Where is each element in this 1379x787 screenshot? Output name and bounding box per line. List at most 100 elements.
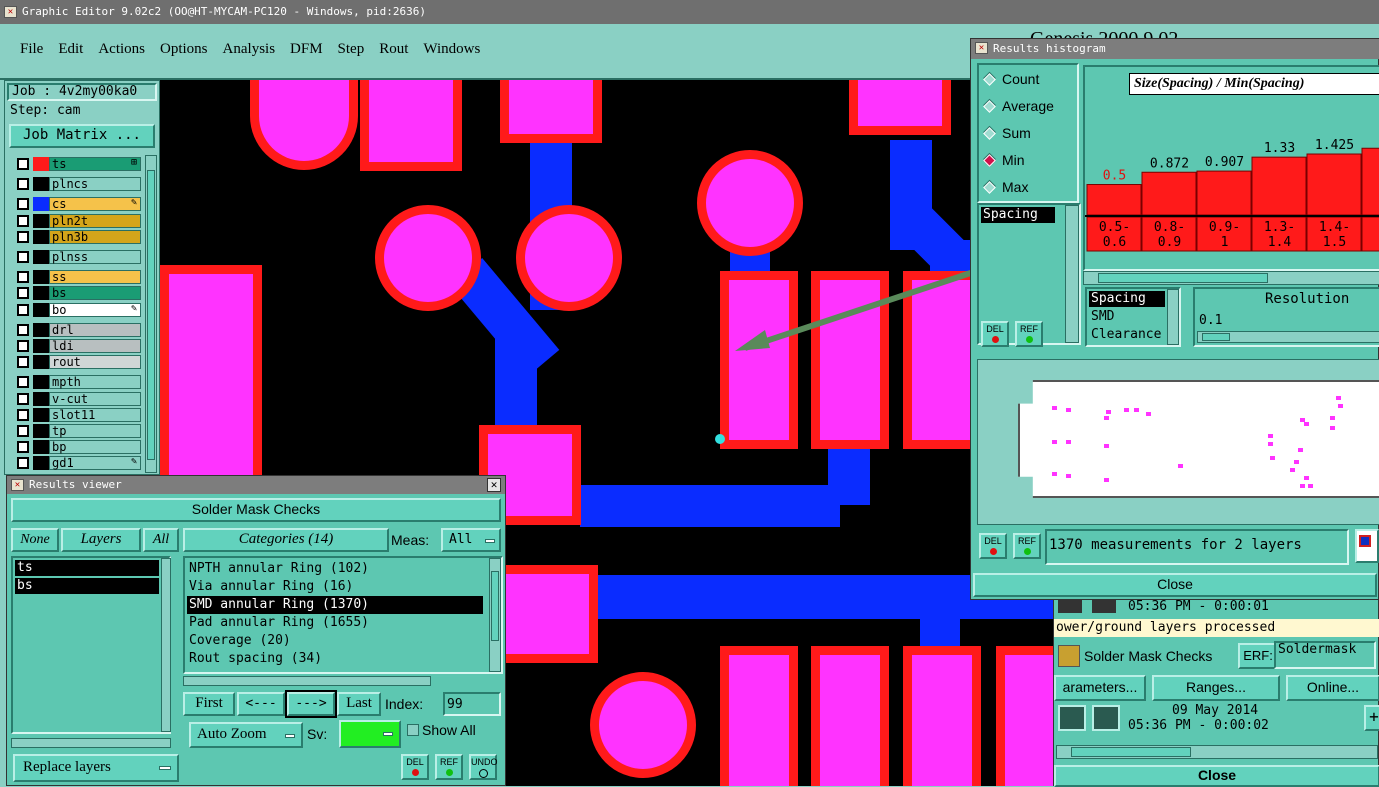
measure-list-scrollbar[interactable]	[1065, 205, 1079, 343]
run-icon[interactable]	[1058, 599, 1082, 613]
layer-checkbox[interactable]	[17, 230, 29, 243]
categories-button[interactable]: Categories (14)	[183, 528, 389, 552]
layer-name[interactable]: bs	[49, 286, 141, 301]
layer-row-v-cut[interactable]: v-cut	[13, 391, 141, 406]
layer-row-ts[interactable]: ts ⊞	[13, 157, 141, 171]
preview-ref-button[interactable]: REF	[1013, 533, 1041, 559]
layer-checkbox[interactable]	[17, 323, 29, 336]
menu-options[interactable]: Options	[160, 41, 208, 57]
category-item[interactable]: NPTH annular Ring (102)	[187, 560, 483, 578]
layer-row-tp[interactable]: tp	[13, 424, 141, 438]
result-layer-bs[interactable]: bs	[15, 578, 159, 594]
layer-checkbox[interactable]	[17, 340, 29, 352]
layer-name[interactable]: mpth	[49, 375, 141, 390]
layer-list-hscroll[interactable]	[11, 738, 171, 748]
category-hscroll[interactable]	[183, 676, 431, 686]
layer-name[interactable]: slot11	[49, 407, 141, 422]
add-icon[interactable]: +	[1364, 705, 1379, 731]
layer-name[interactable]: gd1	[49, 456, 141, 471]
result-layer-ts[interactable]: ts	[15, 560, 159, 576]
layer-row-bs[interactable]: bs	[13, 286, 141, 301]
category-scroll-thumb[interactable]	[491, 571, 499, 641]
chart-hscroll[interactable]	[1083, 271, 1379, 285]
del-button[interactable]: DEL	[401, 754, 429, 780]
histogram-del-button[interactable]: DEL	[981, 321, 1009, 347]
undo-button[interactable]: UNDO	[469, 754, 498, 780]
layer-name[interactable]: rout	[49, 355, 141, 370]
close-icon[interactable]: ✕	[487, 478, 501, 492]
online-button[interactable]: Online...	[1286, 675, 1379, 701]
layer-name[interactable]: ss	[49, 270, 141, 285]
histogram-bar[interactable]	[1141, 171, 1197, 216]
layer-checkbox[interactable]	[17, 392, 29, 405]
analysis-scroll-thumb[interactable]	[1071, 747, 1191, 757]
layer-row-plncs[interactable]: plncs	[13, 177, 141, 192]
first-button[interactable]: First	[183, 692, 235, 716]
next-button[interactable]: --->	[285, 690, 337, 718]
layer-row-drl[interactable]: drl	[13, 322, 141, 337]
prev-button[interactable]: <---	[237, 692, 285, 716]
resolution-slider[interactable]	[1197, 331, 1379, 343]
histogram-bar[interactable]	[1196, 170, 1252, 216]
layer-list-scrollbar[interactable]	[161, 558, 171, 732]
layer-name[interactable]: plncs	[49, 177, 141, 192]
layer-row-bo[interactable]: bo ✎	[13, 302, 141, 317]
report-icon[interactable]	[1355, 529, 1379, 563]
layer-row-ss[interactable]: ss	[13, 270, 141, 285]
category-cell[interactable]	[1361, 216, 1379, 252]
mode-radio-count[interactable]: Count	[983, 69, 1054, 96]
histogram-close-button[interactable]: Close	[973, 573, 1377, 597]
layer-name[interactable]: drl	[49, 322, 141, 337]
menu-dfm[interactable]: DFM	[290, 41, 323, 57]
layer-row-gd1[interactable]: gd1 ✎	[13, 456, 141, 471]
layer-checkbox[interactable]	[17, 376, 29, 389]
layer-name[interactable]: cs	[49, 197, 141, 212]
layer-checkbox[interactable]	[17, 158, 29, 170]
show-all-checkbox[interactable]	[407, 724, 419, 736]
measure-item-spacing[interactable]: Spacing	[981, 207, 1055, 223]
all-button[interactable]: All	[143, 528, 179, 552]
histogram-bar[interactable]	[1251, 156, 1307, 216]
menu-actions[interactable]: Actions	[98, 41, 145, 57]
layer-scroll-thumb[interactable]	[147, 170, 155, 460]
none-button[interactable]: None	[11, 528, 59, 552]
sv-color-menu[interactable]	[339, 720, 401, 748]
preview-del-button[interactable]: DEL	[979, 533, 1007, 559]
layer-checkbox[interactable]	[17, 178, 29, 191]
layer-name[interactable]: pln3b	[49, 229, 141, 244]
resolution-slider-thumb[interactable]	[1202, 333, 1230, 341]
layer-checkbox[interactable]	[17, 356, 29, 369]
layer-row-ldi[interactable]: ldi	[13, 339, 141, 353]
mode-radio-min[interactable]: Min	[983, 150, 1054, 177]
layer-checkbox[interactable]	[17, 408, 29, 421]
ref-button[interactable]: REF	[435, 754, 463, 780]
layer-name[interactable]: plnss	[49, 250, 141, 264]
type-clearance[interactable]: Clearance	[1091, 327, 1161, 342]
layer-scrollbar[interactable]	[145, 155, 157, 473]
layer-row-pln3b[interactable]: pln3b	[13, 229, 141, 244]
last-button[interactable]: Last	[337, 692, 381, 716]
layer-checkbox[interactable]	[17, 425, 29, 437]
layer-name[interactable]: ldi	[49, 339, 141, 353]
mode-radio-sum[interactable]: Sum	[983, 123, 1054, 150]
layer-checkbox[interactable]	[17, 271, 29, 284]
mode-radio-average[interactable]: Average	[983, 96, 1054, 123]
job-matrix-button[interactable]: Job Matrix ...	[9, 124, 155, 148]
run-check-icon[interactable]	[1058, 705, 1086, 731]
menu-rout[interactable]: Rout	[379, 41, 408, 57]
ranges-button[interactable]: Ranges...	[1152, 675, 1280, 701]
histogram-bar[interactable]	[1361, 147, 1379, 216]
type-scrollbar[interactable]	[1167, 289, 1179, 345]
analysis-close-button[interactable]: Close	[1054, 765, 1379, 787]
layer-row-mpth[interactable]: mpth	[13, 375, 141, 390]
layer-row-rout[interactable]: rout	[13, 355, 141, 370]
category-scrollbar[interactable]	[489, 558, 501, 672]
type-smd[interactable]: SMD	[1091, 309, 1114, 324]
category-item[interactable]: Via annular Ring (16)	[187, 578, 483, 596]
layers-button[interactable]: Layers	[61, 528, 141, 552]
category-item[interactable]: SMD annular Ring (1370)	[187, 596, 483, 614]
replace-layers-menu[interactable]: Replace layers	[13, 754, 179, 782]
category-item[interactable]: Pad annular Ring (1655)	[187, 614, 483, 632]
chart-scroll-thumb[interactable]	[1098, 273, 1268, 283]
stop-check-icon[interactable]	[1092, 705, 1120, 731]
